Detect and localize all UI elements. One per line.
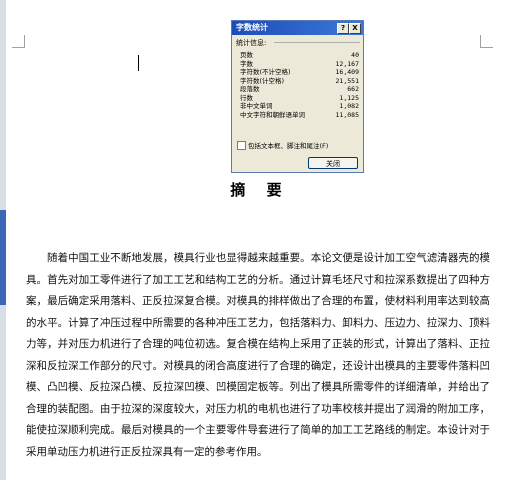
margin-corner-mark-left (12, 35, 25, 48)
word-count-dialog: 字数统计 ? X 统计信息: 页数 40 字数 12,167 字符数(不计空格)… (231, 20, 364, 173)
text-cursor (138, 55, 139, 71)
stat-row-cjk-chars: 中文字符和朝鲜语单词 11,085 (240, 111, 359, 120)
ruler-segment (0, 305, 6, 480)
stat-label: 字符数(计空格) (240, 76, 285, 85)
include-footnotes-checkbox[interactable] (237, 141, 246, 150)
stat-value: 12,167 (335, 59, 359, 68)
dialog-title: 字数统计 (236, 23, 268, 32)
ruler-active-segment (0, 210, 6, 305)
dialog-titlebar[interactable]: 字数统计 ? X (232, 21, 363, 35)
stat-value: 40 (351, 51, 359, 59)
stat-row-words: 字数 12,167 (240, 60, 359, 69)
stat-row-non-chinese-words: 非中文单词 1,082 (240, 102, 359, 111)
left-ruler-strip (0, 0, 6, 480)
stat-label: 非中文单词 (240, 102, 273, 110)
stat-row-pages: 页数 40 (240, 51, 359, 60)
stat-row-chars-with-spaces: 字符数(计空格) 21,551 (240, 77, 359, 86)
stat-label: 字数 (240, 59, 253, 68)
statistics-group-label: 统计信息: (236, 39, 267, 47)
stat-value: 662 (347, 85, 359, 93)
stat-label: 段落数 (240, 85, 260, 93)
stat-value: 1,125 (339, 93, 359, 102)
help-button[interactable]: ? (337, 23, 349, 34)
stat-label: 字符数(不计空格) (240, 68, 291, 76)
stat-value: 16,409 (335, 68, 359, 76)
stat-value: 21,551 (335, 76, 359, 85)
stat-row-chars-no-spaces: 字符数(不计空格) 16,409 (240, 68, 359, 77)
stat-label: 行数 (240, 93, 253, 102)
abstract-paragraph[interactable]: 随着中国工业不断地发展，模具行业也显得越来越重要。本论文便是设计加工空气滤清器壳… (26, 248, 490, 480)
margin-corner-mark-right (480, 35, 493, 48)
abstract-heading: 摘 要 (230, 181, 290, 199)
titlebar-close-button[interactable]: X (349, 23, 361, 34)
stat-value: 11,085 (335, 110, 359, 119)
close-button[interactable]: 关闭 (308, 157, 358, 169)
stat-row-lines: 行数 1,125 (240, 94, 359, 103)
stat-label: 页数 (240, 51, 253, 59)
stat-value: 1,082 (339, 102, 359, 110)
group-divider (274, 42, 360, 43)
stat-row-paragraphs: 段落数 662 (240, 85, 359, 94)
include-footnotes-label[interactable]: 包括文本框、脚注和尾注(F) (248, 140, 328, 150)
stat-label: 中文字符和朝鲜语单词 (240, 110, 305, 119)
statistics-list: 页数 40 字数 12,167 字符数(不计空格) 16,409 字符数(计空格… (240, 51, 359, 119)
